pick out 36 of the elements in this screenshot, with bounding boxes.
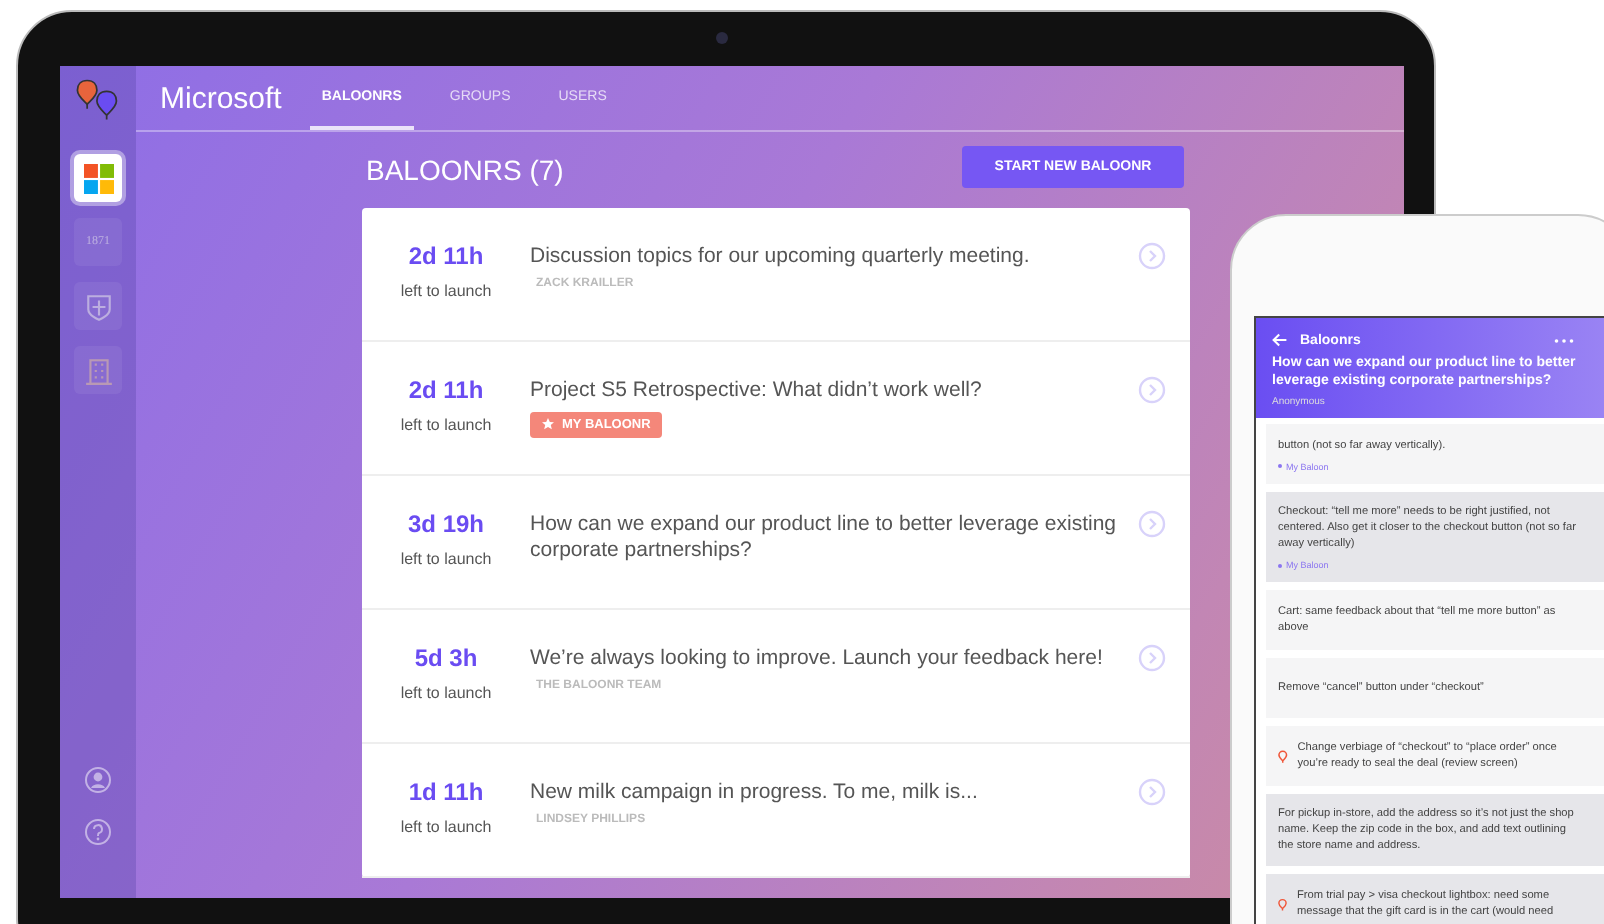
baloonr-title[interactable]: Project S5 Retrospective: What didn’t work well? bbox=[530, 378, 982, 403]
countdown-time: 3d 19h bbox=[407, 510, 484, 538]
windows-logo-icon bbox=[83, 163, 113, 193]
back-arrow-icon[interactable] bbox=[1272, 332, 1288, 348]
chevron-circle-icon[interactable] bbox=[1138, 242, 1166, 270]
countdown-caption: left to launch bbox=[400, 818, 492, 836]
countdown-time: 2d 11h bbox=[408, 242, 484, 270]
balloon-icon bbox=[1278, 893, 1287, 915]
sidebar-org-item[interactable] bbox=[74, 154, 122, 202]
page-title: BALOONRS (7) bbox=[366, 154, 564, 186]
building-icon bbox=[83, 355, 113, 385]
more-icon[interactable] bbox=[1552, 337, 1576, 343]
chevron-circle-icon[interactable] bbox=[1138, 778, 1166, 806]
chevron-circle-icon[interactable] bbox=[1138, 644, 1166, 672]
organization-name: Microsoft bbox=[160, 81, 282, 115]
countdown-caption: left to launch bbox=[400, 550, 492, 568]
countdown-time: 5d 3h bbox=[414, 644, 478, 672]
countdown-time: 1d 11h bbox=[408, 778, 484, 806]
baloonr-title[interactable]: Discussion topics for our upcoming quarterly meeting. bbox=[530, 244, 1030, 269]
star-icon bbox=[542, 418, 554, 430]
countdown-caption: left to launch bbox=[400, 684, 492, 702]
profile-icon[interactable] bbox=[84, 766, 112, 794]
camera-dot bbox=[716, 32, 728, 44]
baloonr-title[interactable]: We’re always looking to improve. Launch your feedback here! bbox=[530, 646, 1103, 671]
sidebar-org-item[interactable] bbox=[74, 346, 122, 394]
countdown-caption: left to launch bbox=[400, 416, 492, 434]
countdown-caption: left to launch bbox=[400, 282, 492, 300]
sidebar-org-item[interactable] bbox=[74, 282, 122, 330]
balloon-icon bbox=[1278, 745, 1288, 767]
shield-icon bbox=[83, 291, 113, 321]
countdown-time: 2d 11h bbox=[408, 376, 484, 404]
chevron-circle-icon[interactable] bbox=[1138, 376, 1166, 404]
baloonr-title[interactable]: New milk campaign in progress. To me, milk is... bbox=[530, 780, 978, 805]
help-icon[interactable] bbox=[84, 818, 112, 846]
chevron-circle-icon[interactable] bbox=[1138, 510, 1166, 538]
baloonr-title[interactable]: How can we expand our product line to better leverage existing corporate partnerships? bbox=[530, 512, 1122, 562]
